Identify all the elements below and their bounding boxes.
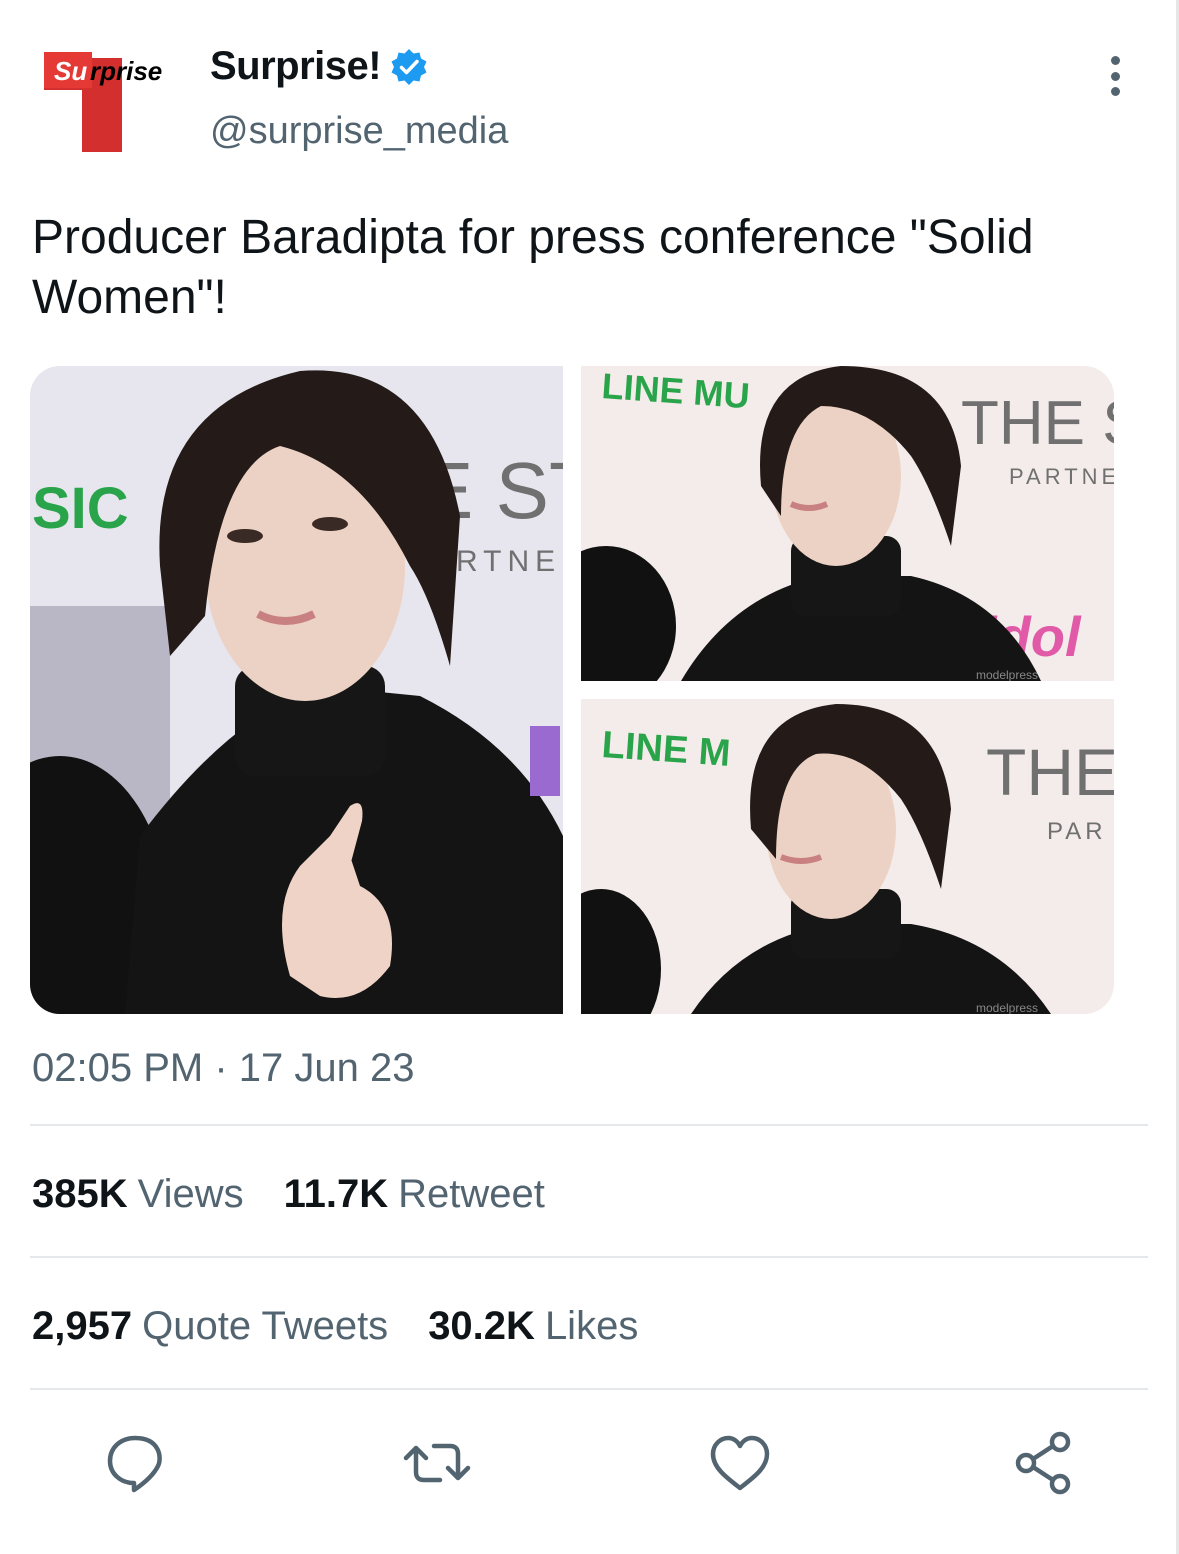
views-label: Views <box>137 1172 244 1216</box>
likes-label: Likes <box>544 1304 639 1348</box>
stats-row-views: 385K Views 11.7K Retweet <box>32 1172 545 1217</box>
photo-3[interactable]: LINE M THE PAR modelpress <box>581 699 1114 1014</box>
tweet-text: Producer Baradipta for press conference … <box>32 211 1034 324</box>
verified-badge-icon <box>389 47 429 87</box>
action-bar <box>0 1428 1179 1498</box>
avatar[interactable]: Su rprise <box>30 40 178 155</box>
svg-text:rprise: rprise <box>90 56 162 86</box>
backdrop-text-linem: LINE M <box>600 724 731 775</box>
backdrop-text-sic: SIC <box>32 476 129 541</box>
share-icon[interactable] <box>1008 1428 1078 1498</box>
reply-icon[interactable] <box>100 1428 170 1498</box>
photo-1[interactable]: SIC E ST ARTNE <box>30 366 563 1014</box>
backdrop-text-the: THE <box>986 735 1114 809</box>
backdrop-text-partne: PARTNE <box>1009 464 1114 489</box>
svg-text:Su: Su <box>54 56 87 86</box>
handle[interactable]: @surprise_media <box>210 110 508 153</box>
views-stat[interactable]: 385K Views <box>32 1172 244 1217</box>
timestamp[interactable]: 02:05 PM · 17 Jun 23 <box>32 1046 414 1091</box>
backdrop-text-thes: THE S <box>961 389 1114 458</box>
backdrop-text-par: PAR <box>1047 818 1107 845</box>
divider <box>30 1388 1148 1390</box>
watermark-text: modelpress <box>976 668 1038 681</box>
retweets-count: 11.7K <box>283 1172 389 1216</box>
display-name[interactable]: Surprise! <box>210 44 429 89</box>
stats-row-quotes: 2,957 Quote Tweets 30.2K Likes <box>32 1304 638 1349</box>
watermark-text: modelpress <box>976 1001 1038 1014</box>
quote-tweets-stat[interactable]: 2,957 Quote Tweets <box>32 1304 388 1349</box>
more-options-icon[interactable] <box>1100 56 1130 96</box>
retweets-stat[interactable]: 11.7K Retweet <box>284 1172 545 1217</box>
retweets-label: Retweet <box>398 1172 545 1216</box>
divider <box>30 1256 1148 1258</box>
likes-stat[interactable]: 30.2K Likes <box>428 1304 638 1349</box>
media-grid: SIC E ST ARTNE LINE MU <box>30 366 1114 1014</box>
display-name-text[interactable]: Surprise! <box>210 44 382 89</box>
views-count: 385K <box>32 1172 128 1216</box>
divider <box>30 1124 1148 1126</box>
likes-count: 30.2K <box>428 1304 535 1348</box>
quote-tweets-label: Quote Tweets <box>142 1304 389 1348</box>
retweet-icon[interactable] <box>402 1428 472 1498</box>
quote-tweets-count: 2,957 <box>32 1304 133 1348</box>
like-icon[interactable] <box>705 1428 775 1498</box>
photo-2[interactable]: LINE MU THE S PARTNE idol modelpress <box>581 366 1114 681</box>
